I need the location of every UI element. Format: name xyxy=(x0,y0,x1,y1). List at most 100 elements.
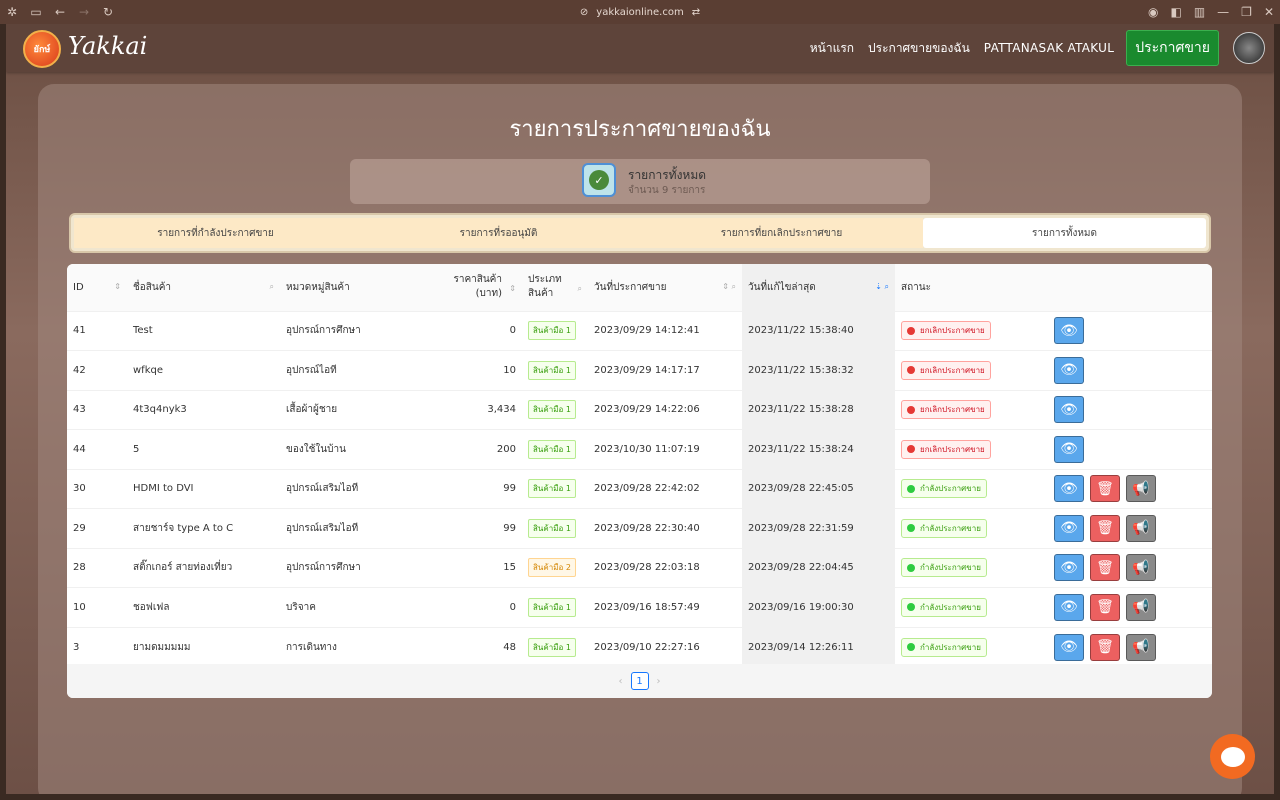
view-icon[interactable]: 👁 xyxy=(1054,633,1084,661)
status-dot xyxy=(907,326,915,335)
status-label: ยกเลิกประกาศขาย xyxy=(920,405,985,415)
col-updated[interactable]: วันที่แก้ไขล่าสุด ⇣ ⌕ xyxy=(742,264,895,311)
cell-id: 41 xyxy=(67,310,127,351)
nav-my-listings-link[interactable]: ประกาศขายของฉัน xyxy=(868,39,970,58)
delete-icon[interactable]: 🗑 xyxy=(1090,554,1120,582)
extension-icon[interactable]: ◉ xyxy=(1148,5,1158,19)
page-1-button[interactable]: 1 xyxy=(630,672,649,690)
view-icon[interactable]: 👁 xyxy=(1054,396,1084,424)
reload-icon[interactable]: ↻ xyxy=(96,5,120,19)
megaphone-icon[interactable]: 📢 xyxy=(1126,554,1156,582)
tab-active-listings[interactable]: รายการที่กำลังประกาศขาย xyxy=(74,218,357,248)
delete-icon[interactable]: 🗑 xyxy=(1090,593,1120,621)
status-dot xyxy=(907,445,915,454)
site-settings-icon[interactable]: ⇄ xyxy=(692,7,700,18)
nav-home-link[interactable]: หน้าแรก xyxy=(810,39,854,58)
cell-category: บริจาค xyxy=(280,587,432,627)
type-badge: สินค้ามือ 1 xyxy=(528,321,576,341)
search-icon[interactable]: ⌕ xyxy=(270,282,274,292)
col-name-label: ชื่อสินค้า xyxy=(133,281,172,293)
status-tabs: รายการที่กำลังประกาศขาย รายการที่รออนุมั… xyxy=(69,213,1211,253)
megaphone-icon[interactable]: 📢 xyxy=(1126,475,1156,503)
minimize-icon[interactable]: — xyxy=(1217,5,1229,19)
delete-icon[interactable]: 🗑 xyxy=(1090,475,1120,503)
col-created[interactable]: วันที่ประกาศขาย ⇕ ⌕ xyxy=(588,264,742,311)
chat-button[interactable] xyxy=(1210,734,1255,779)
avatar[interactable] xyxy=(1233,32,1265,64)
delete-icon[interactable]: 🗑 xyxy=(1090,514,1120,542)
cell-name: ชอฟเฟล xyxy=(127,587,280,627)
status-badge: กำลังประกาศขาย xyxy=(901,597,987,617)
brand-name[interactable]: Yakkai xyxy=(68,32,147,60)
next-page-icon[interactable]: › xyxy=(657,676,661,687)
cell-name: สายชาร์จ type A to C xyxy=(127,508,280,548)
cell-type: สินค้ามือ 1 xyxy=(522,310,588,351)
delete-icon[interactable]: 🗑 xyxy=(1090,633,1120,661)
cell-type: สินค้ามือ 1 xyxy=(522,468,588,509)
search-icon[interactable]: ⌕ xyxy=(578,282,582,296)
col-type[interactable]: ประเภทสินค้า ⌕ xyxy=(522,264,588,311)
sort-icon[interactable]: ⇕ xyxy=(509,282,516,296)
view-icon[interactable]: 👁 xyxy=(1054,554,1084,582)
type-badge: สินค้ามือ 1 xyxy=(528,637,576,657)
table-header: ID ⇕ ชื่อสินค้า ⌕ หมวดหมู่สินค้า ราคาสินค้… xyxy=(67,264,1212,311)
col-id[interactable]: ID ⇕ xyxy=(67,264,127,311)
cell-updated: 2023/09/16 19:00:30 xyxy=(742,587,895,627)
cell-actions: 👁 🗑 📢 xyxy=(1048,468,1212,509)
cell-id: 28 xyxy=(67,547,127,588)
prev-page-icon[interactable]: ‹ xyxy=(619,676,623,687)
megaphone-icon[interactable]: 📢 xyxy=(1126,514,1156,542)
cell-created: 2023/09/28 22:30:40 xyxy=(588,508,742,548)
view-icon[interactable]: 👁 xyxy=(1054,356,1084,384)
forward-icon[interactable]: → xyxy=(72,5,96,19)
cell-actions: 👁 🗑 📢 xyxy=(1048,587,1212,627)
cell-actions: 👁 🗑 📢 xyxy=(1048,547,1212,588)
view-icon[interactable]: 👁 xyxy=(1054,514,1084,542)
cell-status: ยกเลิกประกาศขาย xyxy=(895,350,1048,390)
tab-all[interactable]: รายการทั้งหมด xyxy=(923,218,1206,248)
cell-created: 2023/09/29 14:22:06 xyxy=(588,389,742,430)
translate-icon[interactable]: ◧ xyxy=(1170,5,1181,19)
logo[interactable]: ยักษ์ xyxy=(23,30,61,68)
cell-price: 48 xyxy=(432,626,522,667)
tab-pending[interactable]: รายการที่รออนุมัติ xyxy=(357,218,640,248)
type-badge: สินค้ามือ 1 xyxy=(528,360,576,380)
cell-actions: 👁 🗑 📢 xyxy=(1048,626,1212,667)
megaphone-icon[interactable]: 📢 xyxy=(1126,633,1156,661)
status-badge: กำลังประกาศขาย xyxy=(901,637,987,657)
sort-search-icon[interactable]: ⇕ ⌕ xyxy=(722,282,736,292)
close-icon[interactable]: ✕ xyxy=(1264,5,1274,19)
sell-button[interactable]: ประกาศขาย xyxy=(1126,30,1219,66)
cell-id: 29 xyxy=(67,508,127,548)
sidebar-toggle-icon[interactable]: ▭ xyxy=(24,5,48,19)
split-view-icon[interactable]: ▥ xyxy=(1194,5,1205,19)
sort-search-icon[interactable]: ⇣ ⌕ xyxy=(875,282,889,292)
type-badge: สินค้ามือ 1 xyxy=(528,400,576,420)
back-icon[interactable]: ← xyxy=(48,5,72,19)
cell-price: 3,434 xyxy=(432,389,522,430)
col-actions xyxy=(1048,264,1212,311)
table-row: 10 ชอฟเฟล บริจาค 0 สินค้ามือ 1 2023/09/16 18:… xyxy=(67,587,1212,627)
view-icon[interactable]: 👁 xyxy=(1054,317,1084,345)
tab-cancelled[interactable]: รายการที่ยกเลิกประกาศขาย xyxy=(640,218,923,248)
view-icon[interactable]: 👁 xyxy=(1054,435,1084,463)
col-name[interactable]: ชื่อสินค้า ⌕ xyxy=(127,264,280,311)
cell-type: สินค้ามือ 1 xyxy=(522,350,588,390)
megaphone-icon[interactable]: 📢 xyxy=(1126,593,1156,621)
restore-icon[interactable]: ❐ xyxy=(1241,5,1252,19)
col-price[interactable]: ราคาสินค้า (บาท) ⇕ xyxy=(432,264,522,311)
pagination: ‹ 1 › xyxy=(67,664,1212,698)
user-name[interactable]: PATTANASAK ATAKUL xyxy=(984,41,1114,55)
browser-menu-icon[interactable]: ✲ xyxy=(0,5,24,19)
sort-icon[interactable]: ⇕ xyxy=(114,282,121,291)
cell-category: อุปกรณ์การศึกษา xyxy=(280,310,432,351)
col-updated-label: วันที่แก้ไขล่าสุด xyxy=(748,281,816,293)
view-icon[interactable]: 👁 xyxy=(1054,475,1084,503)
status-badge: ยกเลิกประกาศขาย xyxy=(901,400,991,420)
status-label: กำลังประกาศขาย xyxy=(920,484,981,494)
table-row: 43 4t3q4nyk3 เสื้อผ้าผู้ชาย 3,434 สินค้ามือ … xyxy=(67,389,1212,430)
cell-status: ยกเลิกประกาศขาย xyxy=(895,429,1048,469)
view-icon[interactable]: 👁 xyxy=(1054,593,1084,621)
table-row: 29 สายชาร์จ type A to C อุปกรณ์เสริมไอที 99… xyxy=(67,508,1212,548)
address-bar[interactable]: yakkaionline.com xyxy=(596,7,683,18)
